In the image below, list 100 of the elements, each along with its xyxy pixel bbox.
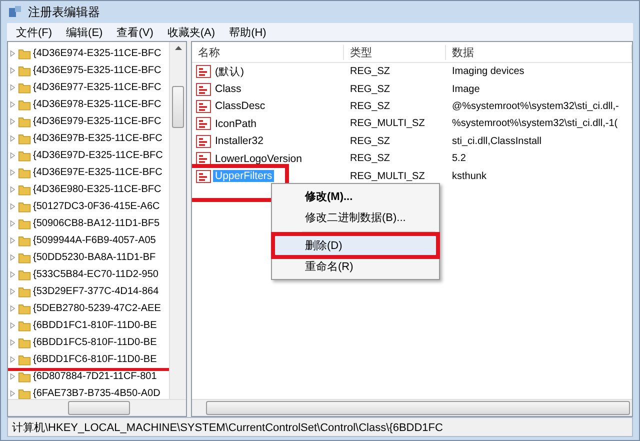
expand-arrow-icon[interactable] [10,271,16,278]
folder-icon [18,302,31,314]
tree-item[interactable]: {4D36E97B-E325-11CE-BFC [33,133,162,144]
folder-icon [18,200,31,212]
tree-item[interactable]: {4D36E979-E325-11CE-BFC [33,116,162,127]
expand-arrow-icon[interactable] [10,50,16,57]
expand-arrow-icon[interactable] [10,288,16,295]
menu-item[interactable]: 帮助(H) [222,24,274,40]
expand-arrow-icon[interactable] [10,254,16,261]
scroll-thumb[interactable] [68,401,130,415]
expand-arrow-icon[interactable] [10,84,16,91]
string-value-icon [196,134,211,148]
tree-item[interactable]: {4D36E980-E325-11CE-BFC [33,184,162,195]
value-name[interactable]: LowerLogoVersion [213,152,304,165]
expand-arrow-icon[interactable] [10,339,16,346]
expand-arrow-icon[interactable] [10,118,16,125]
context-menu-item[interactable]: 重命名(R) [274,256,437,277]
tree-item[interactable]: {6D807884-7D21-11CF-801 [33,371,157,382]
tree-item[interactable]: {50906CB8-BA12-11D1-BF5 [33,218,160,229]
expand-arrow-icon[interactable] [10,220,16,227]
column-header[interactable]: 数据 [446,44,632,60]
scroll-up-icon[interactable] [174,46,182,50]
tree-item[interactable]: {4D36E975-E325-11CE-BFC [33,65,162,76]
expand-arrow-icon[interactable] [10,152,16,159]
value-type: REG_SZ [349,153,392,164]
menu-item[interactable]: 文件(F) [9,24,60,40]
column-header[interactable]: 类型 [344,44,446,60]
tree-item[interactable]: {50127DC3-0F36-415E-A6C [33,201,160,212]
vertical-scrollbar[interactable] [169,42,186,399]
expand-arrow-icon[interactable] [10,237,16,244]
tree-item[interactable]: {53D29EF7-377C-4D14-864 [33,286,159,297]
folder-icon [18,252,31,264]
expand-arrow-icon[interactable] [10,203,16,210]
value-type: REG_SZ [349,100,392,112]
tree-item[interactable]: {50DD5230-BA8A-11D1-BF [33,252,156,263]
expand-arrow-icon[interactable] [10,135,16,142]
tree-item[interactable]: {4D36E97E-E325-11CE-BFC [33,167,162,178]
folder-icon [18,354,31,366]
value-name[interactable]: Installer32 [213,135,266,148]
value-type: REG_SZ [349,84,392,95]
folder-icon [18,64,31,76]
tree-item[interactable]: {6BDD1FC6-810F-11D0-BE [33,354,157,365]
folder-icon [18,234,31,246]
value-name[interactable]: IconPath [213,118,258,130]
tree-item[interactable]: {6BDD1FC1-810F-11D0-BE [33,320,157,331]
value-type: REG_MULTI_SZ [349,118,426,130]
context-menu-item[interactable]: 修改二进制数据(B)... [274,207,437,228]
folder-icon [18,150,31,162]
expand-arrow-icon[interactable] [10,101,16,108]
folder-icon [18,48,31,60]
folder-icon [18,320,31,332]
expand-arrow-icon[interactable] [10,305,16,312]
expand-arrow-icon[interactable] [10,373,16,380]
string-value-icon [196,117,211,130]
menu-item[interactable]: 查看(V) [110,24,160,40]
folder-icon [18,336,31,348]
folder-icon [18,184,31,196]
value-name[interactable]: Class [213,83,244,96]
value-type: REG_MULTI_SZ [349,170,426,182]
scroll-thumb[interactable] [172,86,184,128]
expand-arrow-icon[interactable] [10,390,16,397]
folder-icon [18,166,31,178]
value-data: Image [451,84,481,95]
tree-item[interactable]: {5099944A-F6B9-4057-A05 [33,235,156,246]
folder-icon [18,132,31,144]
tree-item[interactable]: {6BDD1FC5-810F-11D0-BE [33,337,157,348]
expand-arrow-icon[interactable] [10,322,16,329]
folder-icon [18,116,31,128]
value-data: @%systemroot%\system32\sti_ci.dll,- [451,100,620,112]
folder-icon [18,218,31,230]
folder-icon [18,98,31,110]
expand-arrow-icon[interactable] [10,67,16,74]
tree-item[interactable]: {4D36E977-E325-11CE-BFC [33,82,162,93]
scroll-thumb[interactable] [206,401,630,415]
folder-icon [18,286,31,298]
horizontal-scrollbar[interactable] [192,399,632,416]
value-data: 5.2 [451,153,467,164]
folder-icon [18,268,31,280]
menu-item[interactable]: 收藏夹(A) [160,24,222,40]
value-name[interactable]: ClassDesc [213,100,268,112]
horizontal-scrollbar[interactable] [8,399,186,416]
tree-item[interactable]: {5DEB2780-5239-47C2-AEE [33,303,161,314]
value-name[interactable]: (默认) [213,64,246,79]
tree-item[interactable]: {4D36E974-E325-11CE-BFC [33,48,162,59]
value-data: sti_ci.dll,ClassInstall [451,136,542,147]
tree-item[interactable]: {6FAE73B7-B735-4B50-A0D [33,388,160,399]
window-title: 注册表编辑器 [28,4,100,20]
string-value-icon [196,100,211,113]
expand-arrow-icon[interactable] [10,356,16,363]
expand-arrow-icon[interactable] [10,169,16,176]
menu-item[interactable]: 编辑(E) [59,24,110,40]
tree-item[interactable]: {533C5B84-EC70-11D2-950 [33,269,158,280]
column-header[interactable]: 名称 [192,44,344,60]
context-menu-item[interactable]: 修改(M)... [274,186,437,207]
tree-item[interactable]: {4D36E97D-E325-11CE-BFC [33,150,163,161]
value-type: REG_SZ [349,66,392,78]
tree-item[interactable]: {4D36E978-E325-11CE-BFC [33,99,162,110]
context-menu-item[interactable]: 删除(D) [274,235,437,256]
string-value-icon [196,82,211,96]
expand-arrow-icon[interactable] [10,186,16,193]
